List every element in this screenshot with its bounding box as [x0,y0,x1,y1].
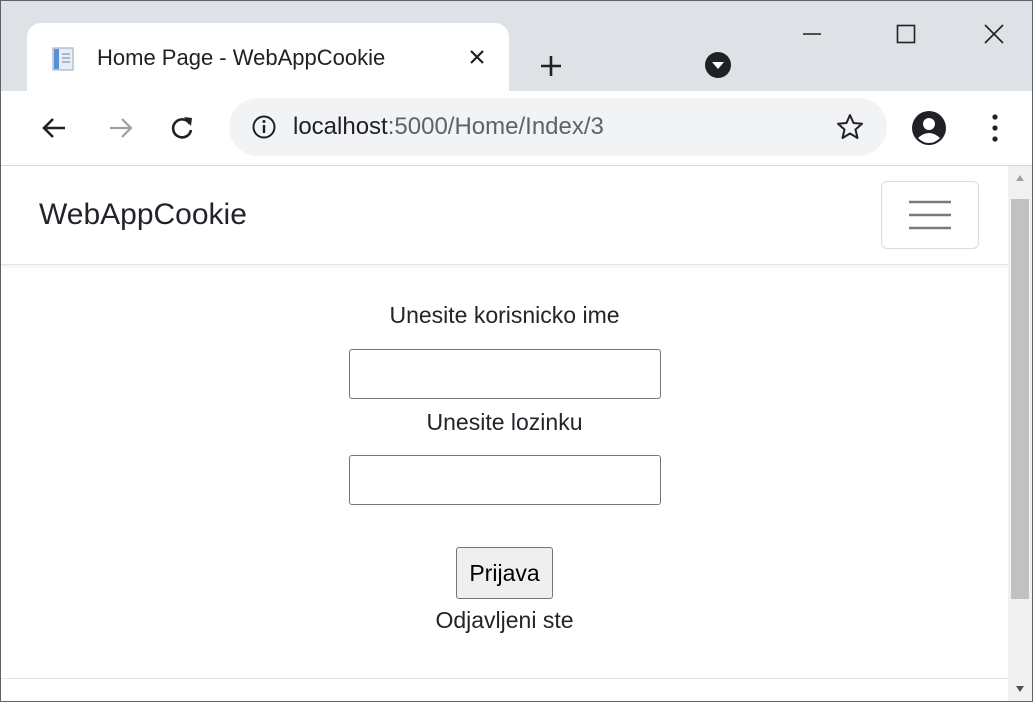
close-icon [984,24,1004,44]
minimize-button[interactable] [782,11,842,57]
arrow-right-icon [110,118,133,138]
window-close-button[interactable] [964,11,1024,57]
url-text[interactable]: localhost:5000/Home/Index/3 [293,113,604,141]
nav-toggle-button[interactable] [881,181,979,249]
vertical-scrollbar[interactable] [1008,166,1032,701]
triangle-up-icon [1016,175,1024,181]
footer-divider [1,678,1008,679]
url-path: :5000/Home/Index/3 [387,113,604,140]
forward-button[interactable] [98,105,144,151]
status-text: Odjavljeni ste [435,607,574,633]
page-viewport: WebAppCookie Unesite korisnicko ime Unes… [1,166,1008,701]
reload-button[interactable] [159,105,205,151]
page-icon [52,47,74,71]
site-brand-link[interactable]: WebAppCookie [39,198,247,232]
info-icon[interactable] [251,114,277,140]
browser-toolbar: localhost:5000/Home/Index/3 [1,91,1032,166]
maximize-icon [896,24,916,44]
browser-window: Home Page - WebAppCookie localhost:5000/… [0,0,1033,702]
scroll-thumb[interactable] [1011,199,1029,599]
hamburger-icon [909,200,951,230]
maximize-button[interactable] [876,11,936,57]
scroll-up-button[interactable] [1008,166,1032,190]
url-host: localhost [293,113,388,140]
tab-search-button[interactable] [701,48,735,82]
back-button[interactable] [31,105,77,151]
tab-title: Home Page - WebAppCookie [97,45,386,70]
chevron-down-icon [705,52,731,78]
new-tab-button[interactable] [530,45,572,87]
password-label: Unesite lozinku [426,409,583,435]
arrow-left-icon [42,118,65,138]
triangle-down-icon [1016,686,1024,692]
plus-icon [541,56,561,76]
close-icon [470,50,484,64]
tab-active[interactable]: Home Page - WebAppCookie [27,23,509,91]
login-form: Unesite korisnicko ime Unesite lozinku P… [1,264,1008,634]
username-label: Unesite korisnicko ime [389,302,620,328]
tab-close-button[interactable] [465,45,489,69]
username-input[interactable] [348,349,661,399]
more-vert-icon[interactable] [983,110,1007,146]
password-input[interactable] [348,455,661,505]
tab-strip: Home Page - WebAppCookie [1,1,1032,91]
site-navbar: WebAppCookie [1,166,1008,265]
reload-icon [171,117,193,139]
login-button[interactable]: Prijava [456,547,553,599]
account-icon[interactable] [911,110,947,146]
minimize-icon [803,33,821,35]
scroll-down-button[interactable] [1008,677,1032,701]
star-icon[interactable] [835,112,865,142]
address-bar[interactable]: localhost:5000/Home/Index/3 [229,98,887,156]
